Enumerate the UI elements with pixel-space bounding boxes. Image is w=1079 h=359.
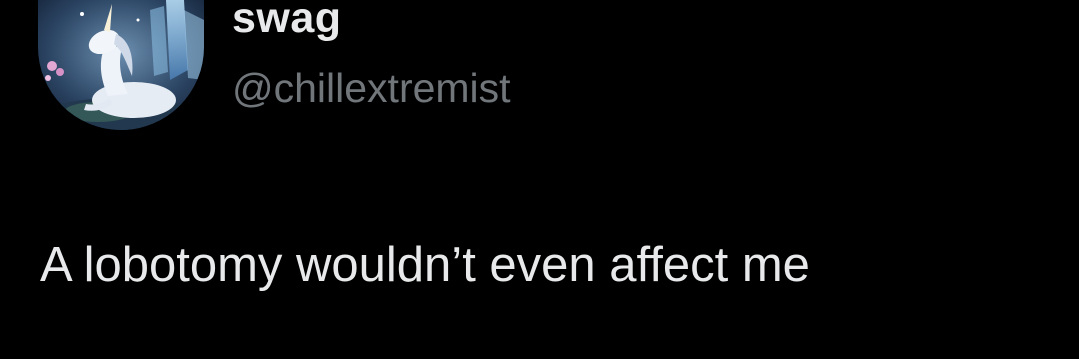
tweet-card: swag @chillextremist A lobotomy wouldn’t… <box>0 0 1079 359</box>
display-name[interactable]: swag <box>232 0 342 42</box>
unicorn-avatar-icon <box>38 0 204 130</box>
user-handle[interactable]: @chillextremist <box>232 64 511 112</box>
avatar[interactable] <box>38 0 204 130</box>
tweet-text: A lobotomy wouldn’t even affect me <box>40 238 810 292</box>
